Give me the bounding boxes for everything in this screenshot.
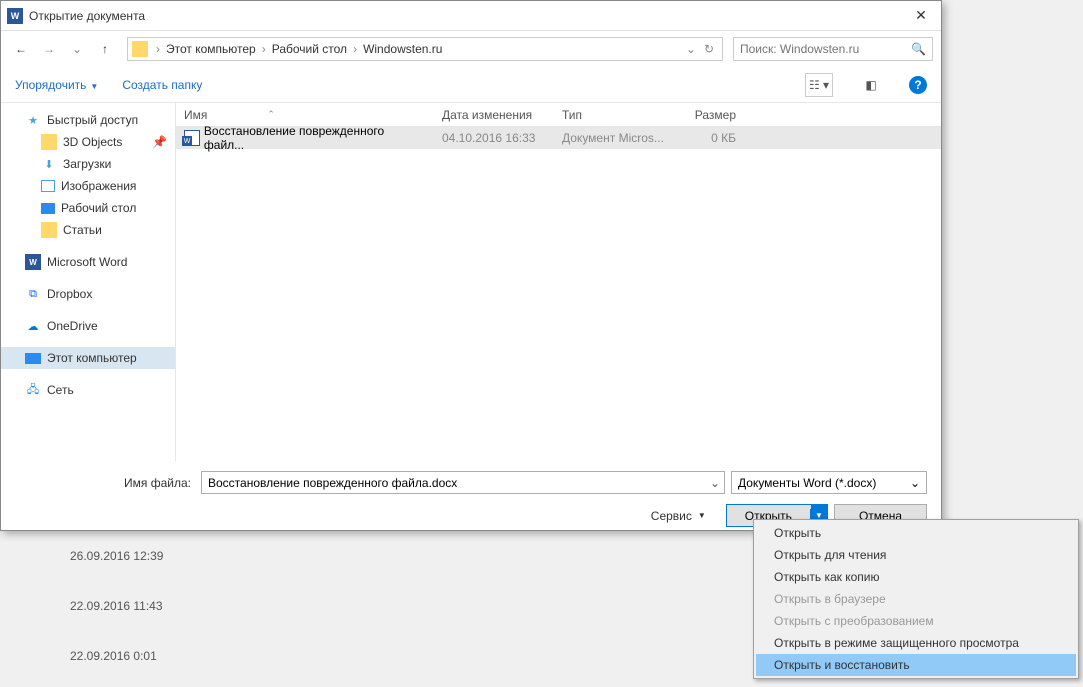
breadcrumb-item[interactable]: Этот компьютер (164, 42, 258, 56)
recent-dropdown[interactable]: ⌄ (65, 37, 89, 61)
sidebar-item-downloads[interactable]: ⬇Загрузки (1, 153, 175, 175)
breadcrumb[interactable]: › Этот компьютер › Рабочий стол › Window… (127, 37, 723, 61)
dialog-title: Открытие документа (29, 9, 901, 23)
file-type: Документ Micros... (554, 131, 674, 145)
sidebar: ★Быстрый доступ 3D Objects📌 ⬇Загрузки Из… (1, 103, 176, 461)
download-icon: ⬇ (41, 156, 57, 172)
filename-input-wrap: ⌄ (201, 471, 725, 494)
menu-open-protected[interactable]: Открыть в режиме защищенного просмотра (756, 632, 1076, 654)
folder-icon (132, 41, 148, 57)
col-size[interactable]: Размер (674, 108, 744, 122)
col-name[interactable]: Имя⌃ (176, 108, 434, 122)
star-icon: ★ (25, 112, 41, 128)
chevron-right-icon: › (258, 42, 270, 56)
sidebar-item-articles[interactable]: Статьи (1, 219, 175, 241)
folder-icon (41, 222, 57, 238)
network-icon: 🖧 (25, 382, 41, 398)
refresh-button[interactable]: ↻ (700, 42, 718, 56)
pin-icon: 📌 (152, 135, 167, 149)
forward-button[interactable]: → (37, 37, 61, 61)
chevron-right-icon: › (152, 42, 164, 56)
titlebar: W Открытие документа ✕ (1, 1, 941, 31)
bg-item: 22.09.2016 0:01 (0, 631, 250, 681)
breadcrumb-item[interactable]: Windowsten.ru (361, 42, 444, 56)
sidebar-item-3dobjects[interactable]: 3D Objects📌 (1, 131, 175, 153)
search-icon[interactable]: 🔍 (911, 42, 926, 56)
sidebar-item-thispc[interactable]: Этот компьютер (1, 347, 175, 369)
close-button[interactable]: ✕ (901, 1, 941, 31)
toolbar: Упорядочить▼ Создать папку ☷ ▾ ◧ ? (1, 67, 941, 103)
docx-icon (184, 130, 200, 146)
file-name: Восстановление поврежденного файл... (204, 124, 426, 152)
bg-item: 26.09.2016 12:39 (0, 531, 250, 581)
onedrive-icon: ☁ (25, 318, 41, 334)
filename-input[interactable] (202, 476, 706, 490)
view-mode-button[interactable]: ☷ ▾ (805, 73, 833, 97)
search-input[interactable] (740, 42, 911, 56)
file-row[interactable]: Восстановление поврежденного файл... 04.… (176, 127, 941, 149)
file-list: Имя⌃ Дата изменения Тип Размер Восстанов… (176, 103, 941, 461)
tools-button[interactable]: Сервис▼ (651, 509, 706, 523)
menu-open-browser: Открыть в браузере (756, 588, 1076, 610)
sidebar-item-network[interactable]: 🖧Сеть (1, 379, 175, 401)
open-dropdown-menu: Открыть Открыть для чтения Открыть как к… (753, 519, 1079, 679)
sidebar-item-images[interactable]: Изображения (1, 175, 175, 197)
nav-bar: ← → ⌄ ↑ › Этот компьютер › Рабочий стол … (1, 31, 941, 67)
sort-indicator-icon: ⌃ (267, 109, 275, 120)
dropbox-icon: ⧉ (25, 286, 41, 302)
col-type[interactable]: Тип (554, 108, 674, 122)
sidebar-item-dropbox[interactable]: ⧉Dropbox (1, 283, 175, 305)
new-folder-button[interactable]: Создать папку (122, 78, 202, 92)
filename-dropdown[interactable]: ⌄ (706, 476, 724, 490)
filetype-select[interactable]: Документы Word (*.docx) ⌄ (731, 471, 927, 494)
search-box[interactable]: 🔍 (733, 37, 933, 61)
sidebar-item-desktop[interactable]: Рабочий стол (1, 197, 175, 219)
organize-button[interactable]: Упорядочить▼ (15, 78, 98, 92)
bg-item: 22.09.2016 11:43 (0, 581, 250, 631)
preview-pane-button[interactable]: ◧ (857, 73, 885, 97)
desktop-icon (41, 203, 55, 214)
pc-icon (25, 353, 41, 364)
breadcrumb-item[interactable]: Рабочий стол (270, 42, 349, 56)
menu-open-readonly[interactable]: Открыть для чтения (756, 544, 1076, 566)
sidebar-quick-access[interactable]: ★Быстрый доступ (1, 109, 175, 131)
chevron-right-icon: › (349, 42, 361, 56)
menu-open-transform: Открыть с преобразованием (756, 610, 1076, 632)
image-icon (41, 180, 55, 192)
background-list: 26.09.2016 12:39 22.09.2016 11:43 22.09.… (0, 531, 250, 681)
path-dropdown[interactable]: ⌄ (682, 42, 700, 56)
menu-open-copy[interactable]: Открыть как копию (756, 566, 1076, 588)
filename-label: Имя файла: (15, 476, 195, 490)
folder-icon (41, 134, 57, 150)
file-size: 0 КБ (674, 131, 744, 145)
chevron-down-icon: ⌄ (910, 476, 920, 490)
help-button[interactable]: ? (909, 76, 927, 94)
open-file-dialog: W Открытие документа ✕ ← → ⌄ ↑ › Этот ко… (0, 0, 942, 531)
up-button[interactable]: ↑ (93, 37, 117, 61)
sidebar-item-onedrive[interactable]: ☁OneDrive (1, 315, 175, 337)
body-area: ★Быстрый доступ 3D Objects📌 ⬇Загрузки Из… (1, 103, 941, 461)
menu-open-repair[interactable]: Открыть и восстановить (756, 654, 1076, 676)
col-date[interactable]: Дата изменения (434, 108, 554, 122)
menu-open[interactable]: Открыть (756, 522, 1076, 544)
word-app-icon: W (7, 8, 23, 24)
sidebar-item-word[interactable]: WMicrosoft Word (1, 251, 175, 273)
word-icon: W (25, 254, 41, 270)
back-button[interactable]: ← (9, 37, 33, 61)
file-date: 04.10.2016 16:33 (434, 131, 554, 145)
